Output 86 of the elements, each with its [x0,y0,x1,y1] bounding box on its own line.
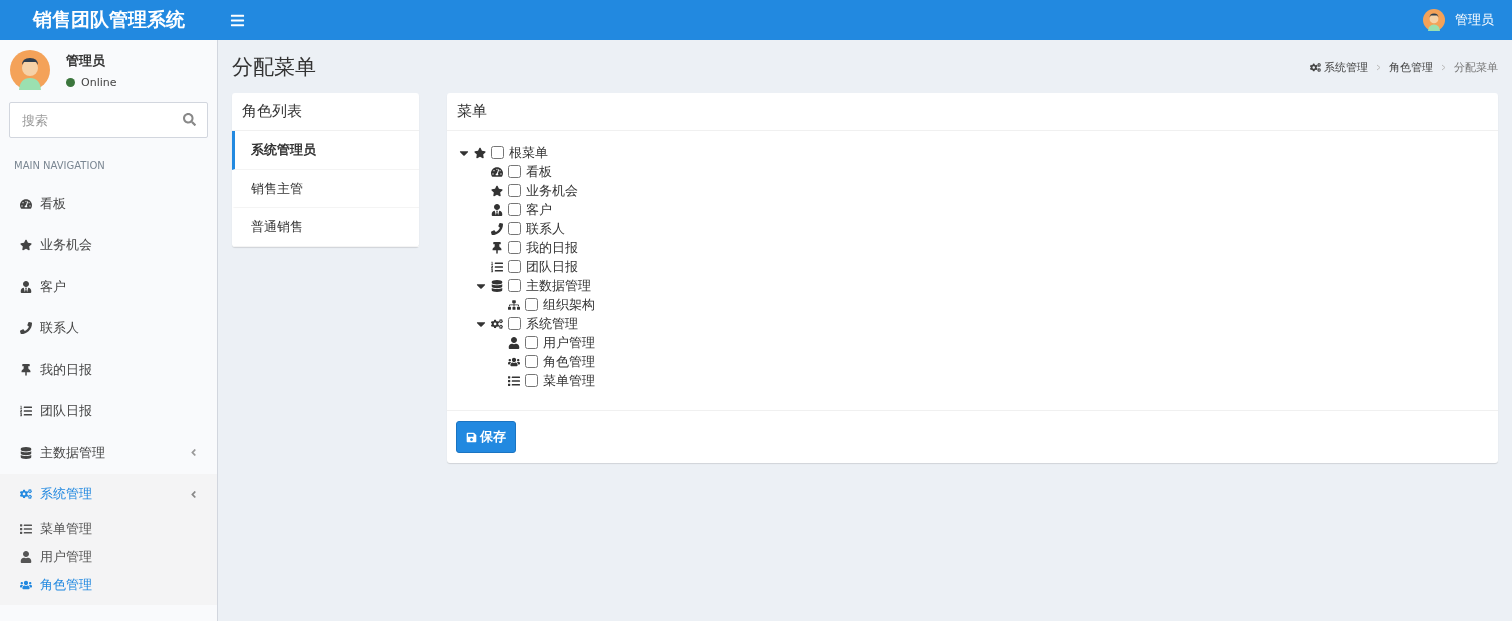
tree-label: 团队日报 [526,257,578,276]
checkbox[interactable] [525,355,538,368]
user-name[interactable]: 管理员 [1455,11,1494,29]
tree-label: 菜单管理 [543,371,595,390]
checkbox[interactable] [525,336,538,349]
app-title: 销售团队管理系统 [31,7,186,32]
nav-subitem[interactable]: 菜单管理 [0,515,217,543]
role-item[interactable]: 系统管理员 [232,131,419,170]
phone-icon [20,322,32,335]
status-text: Online [81,75,117,89]
database-icon [491,279,503,292]
star-icon [491,184,503,197]
sitemap-icon [508,298,520,311]
search-field[interactable]: 搜索 [9,102,208,138]
star-icon [20,239,32,252]
star-icon [474,146,486,159]
tree-label: 组织架构 [543,295,595,314]
pin-icon [491,241,503,254]
nav-item[interactable]: 主数据管理 [0,432,217,474]
nav-item[interactable]: 联系人 [0,307,217,349]
checkbox[interactable] [491,146,504,159]
checkbox[interactable] [525,374,538,387]
settings-icon [20,488,32,501]
tree-label: 我的日报 [526,238,578,257]
checkbox[interactable] [525,298,538,311]
save-icon [466,431,477,443]
nav-subitem[interactable]: 角色管理 [0,571,217,599]
save-button[interactable]: 保存 [456,421,516,453]
checkbox[interactable] [508,184,521,197]
numbered-list-icon [20,405,32,418]
user-name: 管理员 [66,51,106,70]
pin-icon [20,363,32,376]
avatar [1423,9,1445,31]
search-icon[interactable] [183,113,196,126]
user-tie-icon [20,280,32,293]
list-icon [20,523,32,535]
nav-item[interactable]: 业务机会 [0,224,217,266]
breadcrumb-link[interactable]: 系统管理 [1310,59,1368,75]
menu-icon [230,12,245,28]
checkbox[interactable] [508,222,521,235]
role-item[interactable]: 普通销售 [232,208,419,247]
nav-item[interactable]: 系统管理 [0,473,217,515]
avatar [10,50,50,90]
users-icon [20,579,32,591]
database-icon [20,446,32,459]
settings-icon [491,317,503,330]
checkbox[interactable] [508,317,521,330]
card-title: 菜单 [447,93,1498,131]
checkbox[interactable] [508,241,521,254]
checkbox[interactable] [508,203,521,216]
card-title: 角色列表 [232,93,419,131]
nav-item[interactable]: 看板 [0,183,217,225]
phone-icon [491,222,503,235]
breadcrumb-current: 分配菜单 [1454,59,1498,75]
user-icon [508,336,520,349]
tree-label: 根菜单 [509,143,548,162]
users-icon [508,355,520,368]
page-title: 分配菜单 [232,54,316,81]
section-heading: MAIN NAVIGATION [13,159,106,173]
numbered-list-icon [491,260,503,273]
status-dot [66,77,75,87]
nav-subitem[interactable]: 用户管理 [0,543,217,571]
user-tie-icon [491,203,503,216]
tree-label: 业务机会 [526,181,578,200]
nav-item[interactable]: 我的日报 [0,349,217,391]
settings-icon [1310,61,1321,73]
tree-label: 角色管理 [543,352,595,371]
dashboard-icon [20,197,32,210]
role-item[interactable]: 销售主管 [232,169,419,208]
tree-label: 看板 [526,162,552,181]
tree-label: 用户管理 [543,333,595,352]
tree-label: 联系人 [526,219,565,238]
tree-label: 客户 [526,200,552,219]
list-icon [508,374,520,387]
dashboard-icon [491,165,503,178]
tree-label: 系统管理 [526,314,578,333]
breadcrumb-link[interactable]: 角色管理 [1389,59,1433,75]
checkbox[interactable] [508,165,521,178]
chevron-icon [1376,63,1381,71]
checkbox[interactable] [508,279,521,292]
nav-item[interactable]: 团队日报 [0,390,217,432]
tree-label: 主数据管理 [526,276,591,295]
chevron-icon [1441,63,1446,71]
user-icon [20,551,32,563]
checkbox[interactable] [508,260,521,273]
nav-item[interactable]: 客户 [0,266,217,308]
